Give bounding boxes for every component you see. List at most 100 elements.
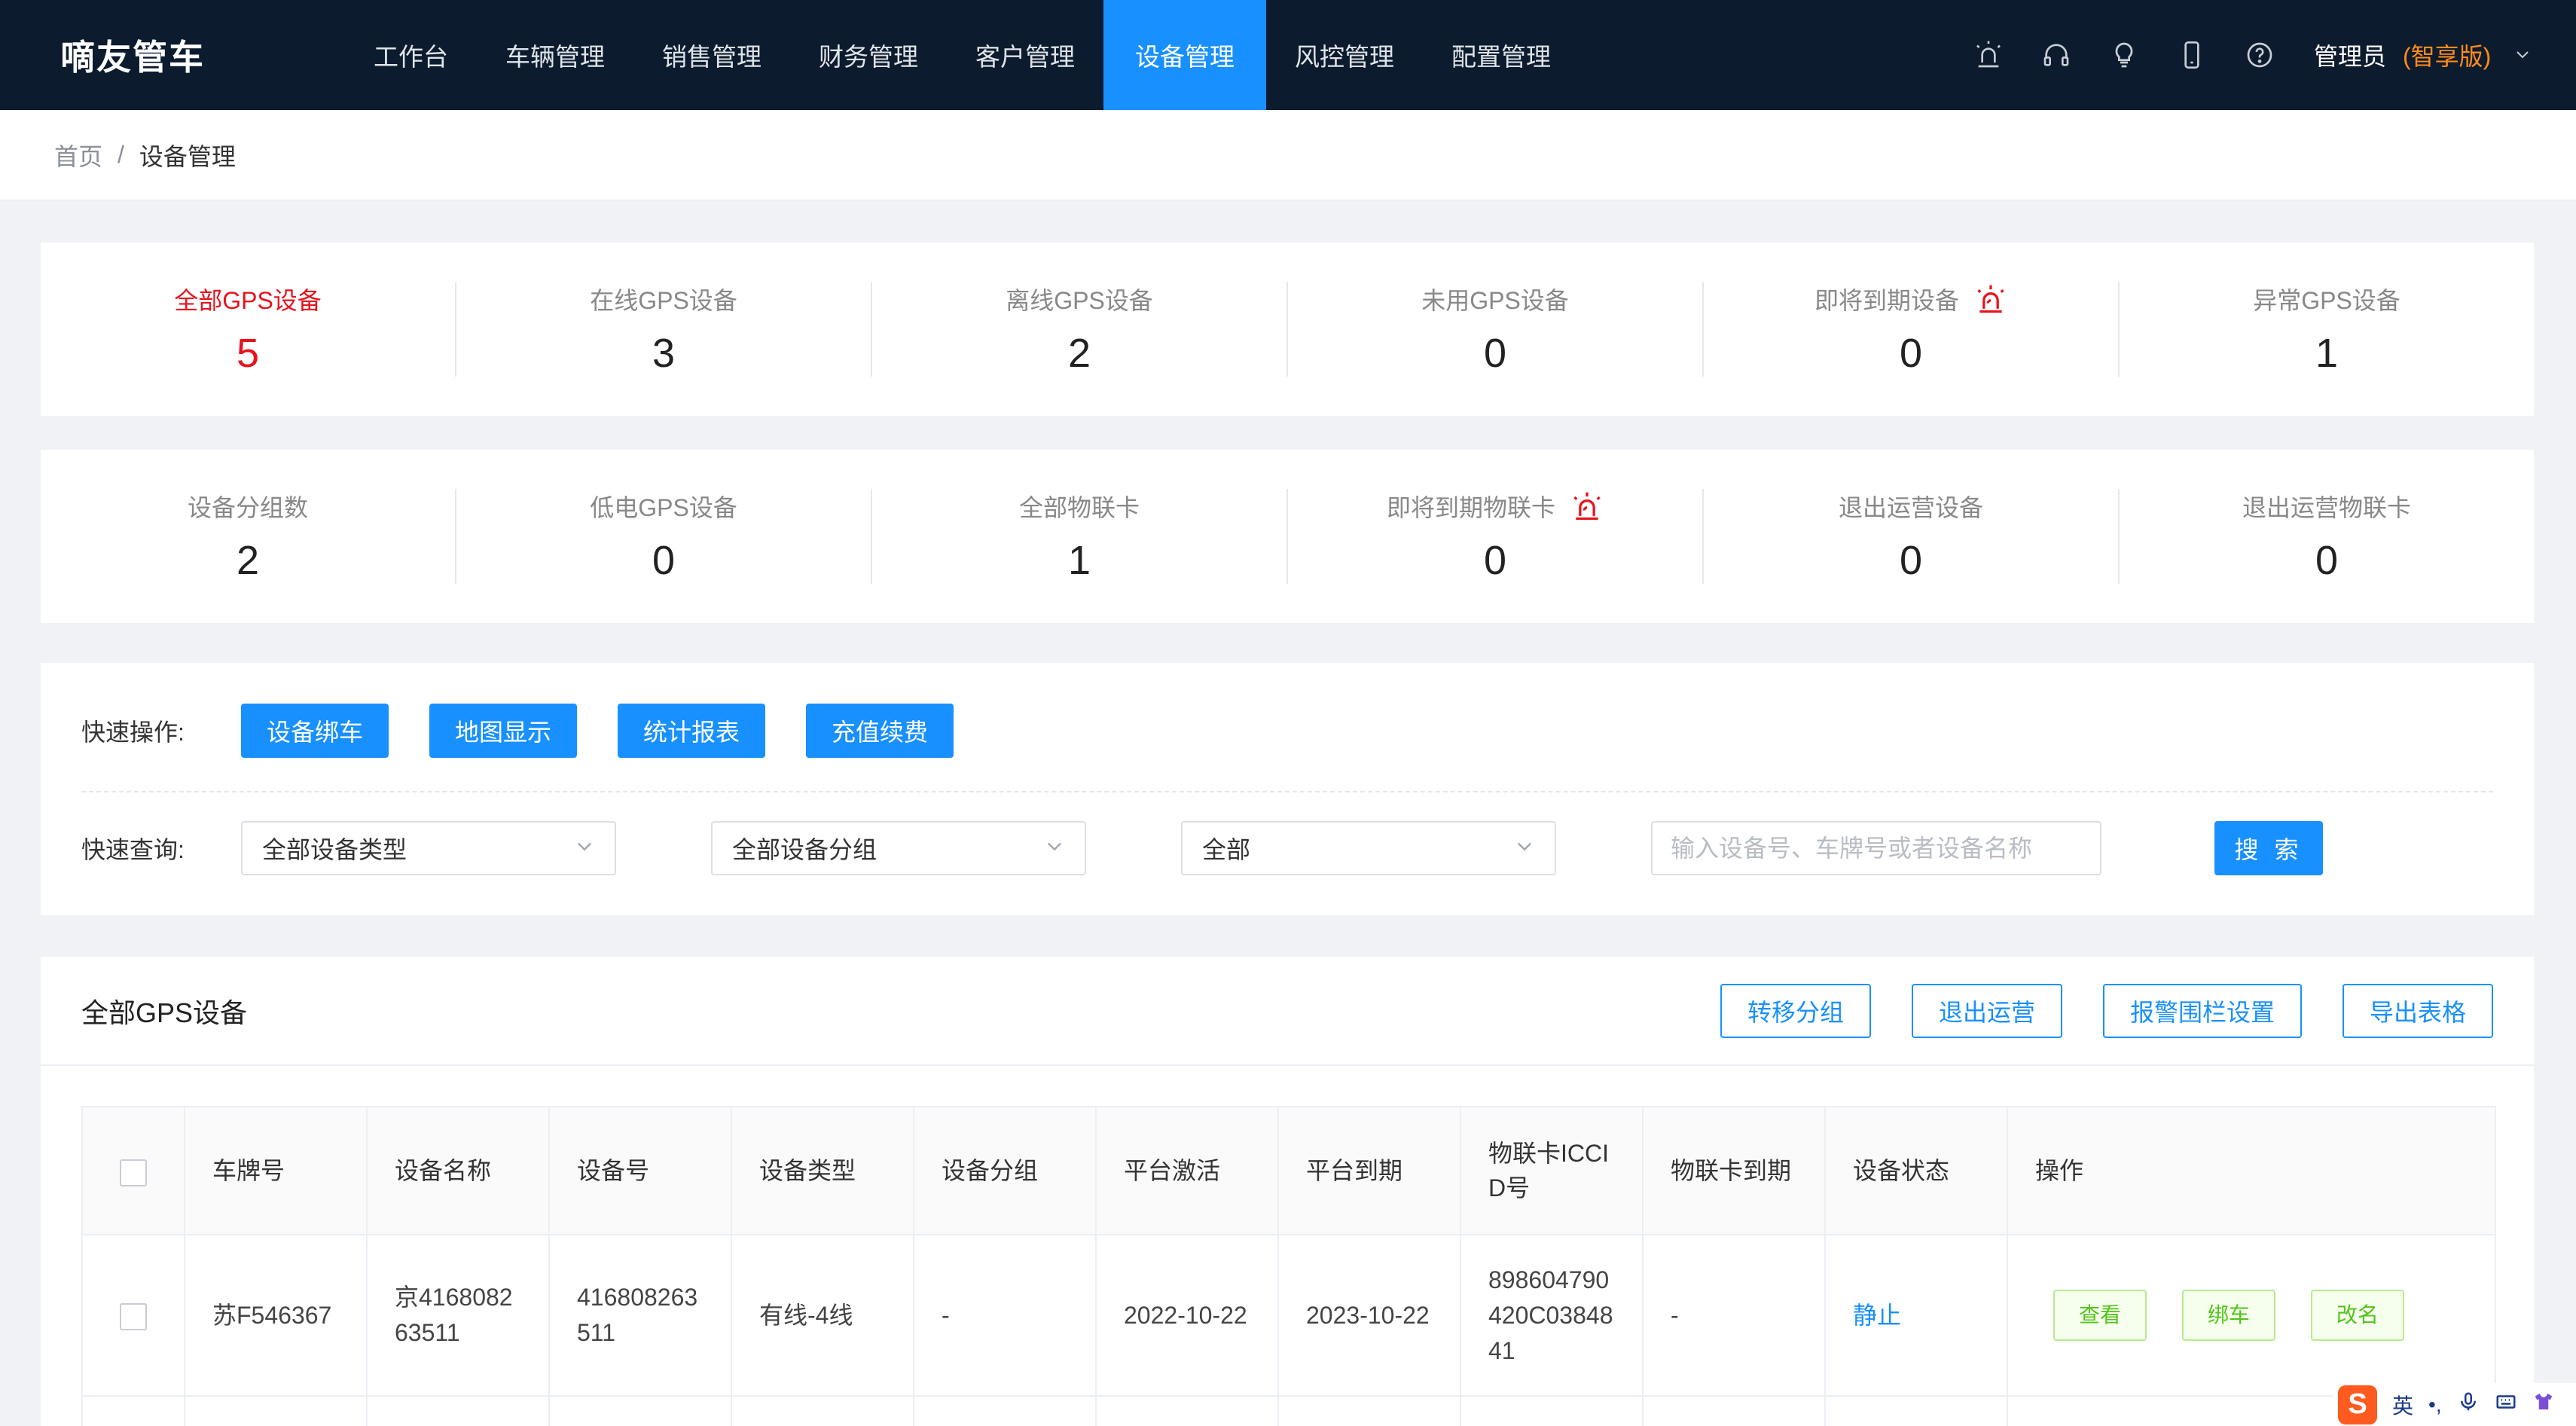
keyboard-icon[interactable]: [2495, 1391, 2517, 1418]
recharge-button[interactable]: 充值续费: [806, 704, 954, 758]
column-header[interactable]: 物联卡ICCID号: [1460, 1106, 1644, 1235]
device-group-select[interactable]: 全部设备分组: [711, 821, 1086, 875]
nav-item-sales[interactable]: 销售管理: [633, 0, 790, 110]
stat-label: 退出运营物联卡: [2242, 494, 2411, 521]
row-checkbox[interactable]: [120, 1303, 147, 1331]
quick-panel: 快速操作: 设备绑车 地图显示 统计报表 充值续费 快速查询: 全部设备类型 全…: [41, 663, 2534, 915]
microphone-icon[interactable]: [2457, 1391, 2480, 1418]
headset-icon[interactable]: [2040, 38, 2073, 72]
column-header[interactable]: 平台到期: [1277, 1106, 1461, 1235]
chevron-down-icon: [1514, 835, 1535, 863]
stat-expiring-devices[interactable]: 即将到期设备 0: [1704, 282, 2120, 377]
phone-icon[interactable]: [2175, 38, 2208, 72]
stat-label: 全部物联卡: [1018, 494, 1140, 521]
stat-unused-gps[interactable]: 未用GPS设备 0: [1288, 282, 1704, 377]
brand-logo[interactable]: 嘀友管车: [60, 0, 205, 110]
stat-all-gps[interactable]: 全部GPS设备 5: [41, 282, 456, 377]
stat-online-gps[interactable]: 在线GPS设备 3: [456, 282, 872, 377]
cell-card-expires: -: [1642, 1234, 1826, 1397]
stat-all-sim-cards[interactable]: 全部物联卡 1: [872, 489, 1288, 584]
help-icon[interactable]: [2243, 38, 2276, 72]
status-link[interactable]: 静止: [1853, 1302, 1901, 1329]
stat-label: 在线GPS设备: [590, 287, 737, 314]
stat-value: 0: [652, 538, 676, 583]
stat-retired-sim-cards[interactable]: 退出运营物联卡 0: [2120, 489, 2534, 584]
main-nav: 工作台 车辆管理 销售管理 财务管理 客户管理 设备管理 风控管理 配置管理: [345, 0, 1579, 110]
punctuation-icon[interactable]: •,: [2428, 1393, 2442, 1417]
stats-report-button[interactable]: 统计报表: [618, 704, 766, 758]
column-header[interactable]: 设备状态: [1824, 1106, 2008, 1235]
lightbulb-icon[interactable]: [2107, 38, 2141, 72]
stat-offline-gps[interactable]: 离线GPS设备 2: [872, 282, 1288, 377]
search-button[interactable]: 搜 索: [2214, 821, 2323, 875]
stat-value: 1: [1067, 538, 1091, 583]
column-header[interactable]: 平台激活: [1095, 1106, 1279, 1235]
skin-icon[interactable]: [2532, 1391, 2555, 1418]
ime-logo-icon[interactable]: S: [2338, 1385, 2377, 1424]
search-input[interactable]: [1651, 821, 2101, 875]
stat-value: 0: [1899, 538, 1923, 583]
stat-label: 离线GPS设备: [1006, 287, 1153, 314]
list-header: 全部GPS设备 转移分组 退出运营 报警围栏设置 导出表格: [41, 957, 2534, 1066]
ime-language[interactable]: 英: [2392, 1390, 2413, 1420]
nav-item-finance[interactable]: 财务管理: [790, 0, 947, 110]
stat-device-groups[interactable]: 设备分组数 2: [41, 489, 456, 584]
view-button[interactable]: 查看: [2053, 1290, 2147, 1341]
select-all-cell: [81, 1106, 185, 1235]
export-table-button[interactable]: 导出表格: [2342, 984, 2493, 1038]
alarm-icon[interactable]: [1972, 38, 2005, 72]
nav-item-devices[interactable]: 设备管理: [1103, 0, 1266, 110]
column-header[interactable]: 车牌号: [184, 1106, 368, 1235]
nav-item-vehicles[interactable]: 车辆管理: [477, 0, 633, 110]
cell-activated: 2022-10-22: [1095, 1234, 1279, 1397]
breadcrumb-home[interactable]: 首页: [54, 138, 102, 173]
transfer-group-button[interactable]: 转移分组: [1720, 984, 1871, 1038]
retire-button[interactable]: 退出运营: [1911, 984, 2062, 1038]
alarm-icon: [1570, 490, 1604, 523]
nav-item-workbench[interactable]: 工作台: [345, 0, 477, 110]
nav-item-customers[interactable]: 客户管理: [947, 0, 1103, 110]
column-header[interactable]: 操作: [2007, 1106, 2496, 1235]
nav-item-risk[interactable]: 风控管理: [1266, 0, 1423, 110]
select-value: 全部设备类型: [262, 836, 407, 863]
table-row[interactable]: [81, 1395, 2496, 1426]
edition-badge: (智享版): [2403, 43, 2492, 70]
cell-ops: 查看 绑车 改名: [2007, 1234, 2496, 1397]
stat-expiring-sim-cards[interactable]: 即将到期物联卡 0: [1288, 489, 1704, 584]
stat-label: 即将到期物联卡: [1386, 494, 1555, 521]
device-list-panel: 全部GPS设备 转移分组 退出运营 报警围栏设置 导出表格 车牌号 设备名称 设…: [41, 957, 2534, 1426]
cell-device-name: 京416808263511: [366, 1234, 550, 1397]
column-header[interactable]: 物联卡到期: [1642, 1106, 1826, 1235]
column-header[interactable]: 设备号: [548, 1106, 732, 1235]
stat-value: 0: [1483, 538, 1507, 583]
bind-button[interactable]: 绑车: [2181, 1290, 2275, 1341]
nav-item-config[interactable]: 配置管理: [1423, 0, 1579, 110]
bind-vehicle-button[interactable]: 设备绑车: [241, 704, 389, 758]
alarm-fence-button[interactable]: 报警围栏设置: [2102, 984, 2302, 1038]
alarm-icon: [1974, 282, 2007, 316]
ime-toolbar: S 英 •,: [2333, 1383, 2576, 1426]
device-type-select[interactable]: 全部设备类型: [241, 821, 616, 875]
row-select-cell: [81, 1234, 185, 1397]
select-value: 全部设备分组: [732, 836, 877, 863]
status-select[interactable]: 全部: [1181, 821, 1556, 875]
stat-retired-devices[interactable]: 退出运营设备 0: [1704, 489, 2120, 584]
cell-device-type: 有线-4线: [731, 1234, 914, 1397]
divider: [81, 791, 2493, 792]
stats-panel-cards: 设备分组数 2 低电GPS设备 0 全部物联卡 1 即将到期物联卡 0 退出运营…: [41, 450, 2534, 623]
column-header[interactable]: 设备名称: [366, 1106, 550, 1235]
quick-ops-label: 快速操作:: [81, 719, 185, 746]
user-menu[interactable]: 管理员 (智享版): [2314, 0, 2532, 110]
stat-low-battery-gps[interactable]: 低电GPS设备 0: [456, 489, 872, 584]
rename-button[interactable]: 改名: [2310, 1290, 2404, 1341]
stat-label: 即将到期设备: [1814, 287, 1959, 314]
stat-abnormal-gps[interactable]: 异常GPS设备 1: [2120, 282, 2534, 377]
table-row[interactable]: 苏F546367 京416808263511 416808263511 有线-4…: [81, 1234, 2496, 1397]
select-all-checkbox[interactable]: [120, 1159, 147, 1186]
table-header-row: 车牌号 设备名称 设备号 设备类型 设备分组 平台激活 平台到期 物联卡ICCI…: [81, 1106, 2496, 1235]
device-table: 车牌号 设备名称 设备号 设备类型 设备分组 平台激活 平台到期 物联卡ICCI…: [81, 1106, 2496, 1426]
map-view-button[interactable]: 地图显示: [429, 704, 578, 758]
cell-group: -: [913, 1234, 1097, 1397]
column-header[interactable]: 设备分组: [913, 1106, 1097, 1235]
column-header[interactable]: 设备类型: [731, 1106, 914, 1235]
